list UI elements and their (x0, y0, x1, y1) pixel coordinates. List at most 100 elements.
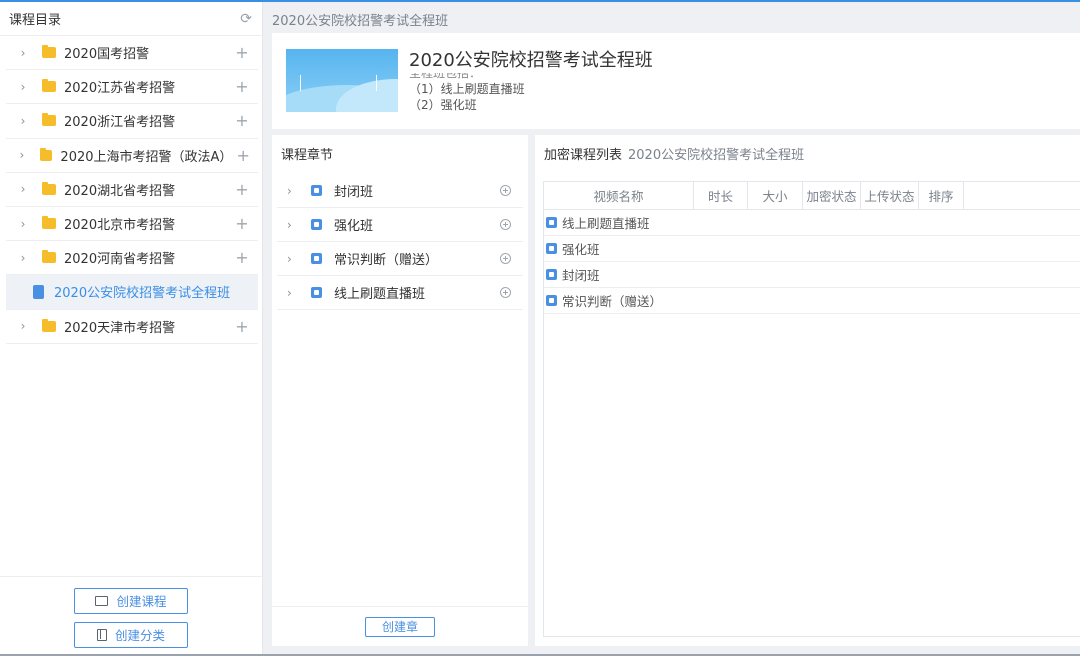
course-thumbnail (286, 49, 398, 112)
add-circle-icon[interactable] (500, 287, 511, 298)
sidebar-footer: 创建课程 创建分类 (0, 576, 262, 654)
chevron-right-icon[interactable]: › (12, 114, 34, 128)
tree-item-label: 2020江苏省考招警 (64, 81, 176, 97)
tree-item-label: 2020公安院校招警考试全程班 (54, 286, 231, 302)
video-row-label: 封闭班 (562, 268, 600, 283)
add-icon[interactable]: + (230, 43, 254, 62)
folder-icon (42, 79, 56, 93)
chapter-icon (311, 185, 322, 196)
column-header-duration[interactable]: 时长 (694, 182, 748, 209)
tree-item-label: 2020北京市考招警 (64, 218, 176, 234)
chapter-icon (546, 243, 557, 254)
folder-outline-icon (95, 595, 109, 606)
chapter-icon (546, 217, 557, 228)
column-header-size[interactable]: 大小 (748, 182, 803, 209)
chevron-right-icon[interactable]: › (12, 46, 34, 60)
breadcrumb: 2020公安院校招警考试全程班 (272, 14, 449, 29)
add-circle-icon[interactable] (500, 185, 511, 196)
column-header-order[interactable]: 排序 (919, 182, 964, 209)
chevron-right-icon[interactable]: › (287, 184, 303, 198)
chevron-right-icon[interactable]: › (12, 148, 32, 162)
chevron-right-icon[interactable]: › (287, 218, 303, 232)
column-header-encryption[interactable]: 加密状态 (803, 182, 861, 209)
tree-item-jiangsu[interactable]: › 2020江苏省考招警 + (6, 70, 258, 105)
chevron-right-icon[interactable]: › (12, 251, 34, 265)
course-title: 2020公安院校招警考试全程班 (409, 50, 653, 71)
chapter-item[interactable]: › 线上刷题直播班 (277, 276, 523, 310)
video-row-label: 线上刷题直播班 (562, 216, 650, 231)
course-desc-line: （1）线上刷题直播班 (409, 82, 525, 96)
chapters-footer: 创建章 (272, 606, 528, 646)
course-desc-header: 全程班包括： (409, 73, 482, 80)
tree-item-henan[interactable]: › 2020河南省考招警 + (6, 241, 258, 276)
add-icon[interactable]: + (230, 248, 254, 267)
chapter-label: 常识判断（赠送） (334, 253, 439, 268)
tree-item-hubei[interactable]: › 2020湖北省考招警 + (6, 173, 258, 207)
add-icon[interactable]: + (232, 146, 254, 165)
add-circle-icon[interactable] (500, 219, 511, 230)
video-row-label: 常识判断（赠送） (562, 294, 663, 309)
chapter-icon (311, 287, 322, 298)
tree-item-label: 2020河南省考招警 (64, 252, 176, 268)
chapter-label: 线上刷题直播班 (334, 287, 426, 302)
chapter-icon (546, 269, 557, 280)
create-category-label: 创建分类 (114, 628, 165, 643)
add-icon[interactable]: + (230, 214, 254, 233)
video-list-subtitle: 2020公安院校招警考试全程班 (628, 148, 805, 163)
add-icon[interactable]: + (230, 77, 254, 96)
folder-icon (39, 147, 53, 161)
chevron-right-icon[interactable]: › (12, 182, 34, 196)
chevron-right-icon[interactable]: › (12, 80, 34, 94)
table-row[interactable]: 强化班 (544, 236, 1080, 262)
table-row[interactable]: 线上刷题直播班 (544, 210, 1080, 236)
tree-item-zhejiang[interactable]: › 2020浙江省考招警 + (6, 104, 258, 139)
folder-icon (42, 216, 56, 230)
create-course-button[interactable]: 创建课程 (74, 587, 188, 614)
table-row[interactable]: 常识判断（赠送） (544, 288, 1080, 314)
video-list-title: 加密课程列表 (544, 148, 623, 163)
chevron-right-icon[interactable]: › (12, 217, 34, 231)
video-table: 视频名称 时长 大小 加密状态 上传状态 排序 线上刷题直播班 强化班 封闭班 … (543, 181, 1080, 637)
add-icon[interactable]: + (230, 111, 254, 130)
chapter-item[interactable]: › 封闭班 (277, 174, 523, 208)
book-icon (96, 628, 107, 641)
add-icon[interactable]: + (230, 317, 254, 336)
tree-item-beijing[interactable]: › 2020北京市考招警 + (6, 207, 258, 242)
chapters-title: 课程章节 (281, 148, 334, 163)
chapter-item[interactable]: › 常识判断（赠送） (277, 242, 523, 276)
course-header-card: 2020公安院校招警考试全程班 全程班包括： （1）线上刷题直播班 （2）强化班 (272, 33, 1080, 129)
chapter-label: 封闭班 (334, 185, 374, 200)
create-course-label: 创建课程 (116, 594, 167, 609)
table-row[interactable]: 封闭班 (544, 262, 1080, 288)
chapter-list: › 封闭班 › 强化班 › 常识判断（赠送） › 线上刷题直播班 (277, 174, 523, 310)
chevron-right-icon[interactable]: › (287, 286, 303, 300)
course-directory-sidebar: 课程目录 ⟳ › 2020国考招警 + › 2020江苏省考招警 + › 202… (0, 2, 263, 654)
video-row-label: 强化班 (562, 242, 600, 257)
sidebar-title: 课程目录 (9, 13, 62, 28)
chapter-item[interactable]: › 强化班 (277, 208, 523, 242)
chapter-icon (311, 219, 322, 230)
add-icon[interactable]: + (230, 180, 254, 199)
tree-item-tianjin[interactable]: › 2020天津市考招警 + (6, 310, 258, 344)
tree-item-label: 2020浙江省考招警 (64, 115, 176, 131)
folder-icon (42, 181, 56, 195)
create-category-button[interactable]: 创建分类 (74, 621, 188, 648)
tree-item-police-academy-course[interactable]: 2020公安院校招警考试全程班 (6, 275, 258, 310)
column-header-upload[interactable]: 上传状态 (861, 182, 919, 209)
create-chapter-button[interactable]: 创建章 (365, 616, 435, 637)
column-header-name[interactable]: 视频名称 (544, 182, 694, 209)
chapter-label: 强化班 (334, 219, 374, 234)
tree-item-guokao[interactable]: › 2020国考招警 + (6, 36, 258, 71)
refresh-icon[interactable]: ⟳ (240, 11, 252, 27)
chevron-right-icon[interactable]: › (287, 252, 303, 266)
tree-item-shanghai[interactable]: › 2020上海市考招警（政法A） + (6, 139, 258, 173)
course-document-icon (33, 284, 44, 299)
folder-icon (42, 45, 56, 59)
chevron-right-icon[interactable]: › (12, 319, 34, 333)
tree-item-label: 2020湖北省考招警 (64, 183, 176, 199)
tree-item-label: 2020天津市考招警 (64, 320, 176, 336)
add-circle-icon[interactable] (500, 253, 511, 264)
course-description: 全程班包括： （1）线上刷题直播班 （2）强化班 (409, 73, 709, 113)
tree-item-label: 2020上海市考招警（政法A） (60, 149, 233, 165)
course-tree: › 2020国考招警 + › 2020江苏省考招警 + › 2020浙江省考招警… (0, 36, 262, 344)
